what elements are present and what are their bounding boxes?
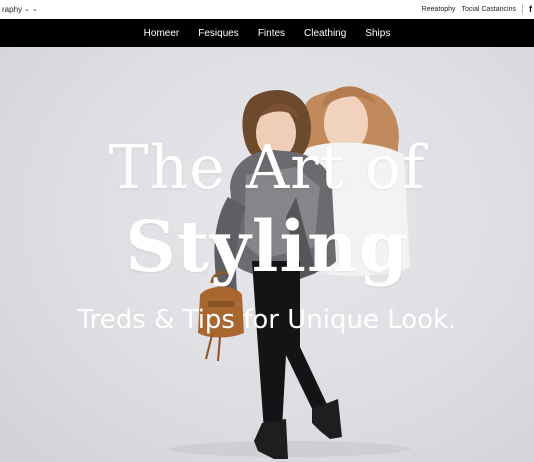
facebook-icon[interactable]: f (529, 4, 532, 14)
hero-subtitle: Treds & Tips for Unique Look. (77, 305, 457, 335)
site-partial-label[interactable]: raphy (2, 5, 22, 14)
chevron-down-icon[interactable]: ⌄ (24, 5, 30, 13)
main-nav: Homeer Fesiques Fintes Cleathing Ships (0, 19, 534, 47)
nav-item-ships[interactable]: Ships (365, 28, 390, 39)
chevron-down-icon[interactable]: ⌄ (32, 5, 38, 13)
hero-title-line2: Styling (125, 205, 409, 288)
utility-right: Reeatophy Tocial Castancins f (422, 4, 532, 14)
nav-item-fesiques[interactable]: Fesiques (198, 28, 239, 39)
nav-item-homeer[interactable]: Homeer (144, 28, 180, 39)
utility-bar: raphy ⌄ ⌄ Reeatophy Tocial Castancins f (0, 0, 534, 18)
hero-title-line1: The Art of (108, 133, 426, 203)
divider (522, 4, 523, 14)
utility-link-reeatophy[interactable]: Reeatophy (422, 6, 456, 13)
utility-link-tocial-castancins[interactable]: Tocial Castancins (462, 6, 516, 13)
hero-banner: The Art of Styling Treds & Tips for Uniq… (0, 47, 534, 462)
nav-item-cleathing[interactable]: Cleathing (304, 28, 346, 39)
nav-item-fintes[interactable]: Fintes (258, 28, 285, 39)
utility-left: raphy ⌄ ⌄ (2, 5, 38, 14)
